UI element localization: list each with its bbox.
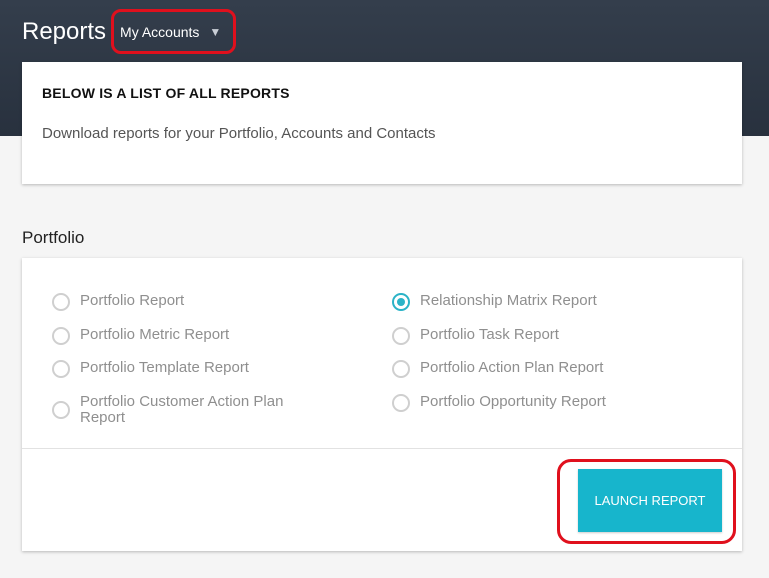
option-label: Relationship Matrix Report bbox=[420, 292, 597, 309]
option-portfolio-action-plan-report[interactable]: Portfolio Action Plan Report bbox=[392, 360, 603, 378]
radio-button[interactable] bbox=[52, 293, 70, 311]
option-portfolio-report[interactable]: Portfolio Report bbox=[52, 293, 184, 311]
account-selector-value: My Accounts bbox=[120, 24, 200, 40]
divider bbox=[22, 448, 742, 449]
section-title-portfolio: Portfolio bbox=[22, 228, 85, 247]
option-portfolio-metric-report[interactable]: Portfolio Metric Report bbox=[52, 327, 229, 345]
radio-button[interactable] bbox=[52, 327, 70, 345]
caret-down-icon: ▼ bbox=[209, 25, 222, 39]
option-portfolio-template-report[interactable]: Portfolio Template Report bbox=[52, 360, 249, 378]
intro-card: BELOW IS A LIST OF ALL REPORTS Download … bbox=[22, 62, 742, 184]
radio-button-selected[interactable] bbox=[392, 293, 410, 311]
radio-button[interactable] bbox=[392, 327, 410, 345]
radio-button[interactable] bbox=[392, 360, 410, 378]
launch-report-button[interactable]: LAUNCH REPORT bbox=[578, 469, 722, 532]
option-label: Portfolio Metric Report bbox=[80, 326, 230, 343]
option-label: Portfolio Report bbox=[80, 292, 185, 309]
page-title: Reports bbox=[22, 18, 107, 45]
account-selector[interactable]: My Accounts ▼ bbox=[120, 24, 221, 40]
portfolio-card: Portfolio Report Portfolio Metric Report… bbox=[22, 258, 742, 551]
radio-button[interactable] bbox=[52, 401, 70, 419]
option-label: Portfolio Opportunity Report bbox=[420, 393, 606, 410]
option-label: Portfolio Customer Action Plan Report bbox=[80, 393, 284, 426]
option-portfolio-task-report[interactable]: Portfolio Task Report bbox=[392, 327, 559, 345]
option-label: Portfolio Task Report bbox=[420, 326, 559, 343]
option-relationship-matrix-report[interactable]: Relationship Matrix Report bbox=[392, 293, 597, 311]
intro-heading: BELOW IS A LIST OF ALL REPORTS bbox=[42, 85, 290, 101]
radio-button[interactable] bbox=[52, 360, 70, 378]
option-portfolio-customer-action-plan-report[interactable]: Portfolio Customer Action Plan Report bbox=[52, 394, 320, 426]
option-portfolio-opportunity-report[interactable]: Portfolio Opportunity Report bbox=[392, 394, 606, 412]
page-header: Reports My Accounts ▼ bbox=[22, 12, 221, 52]
radio-button[interactable] bbox=[392, 394, 410, 412]
option-label: Portfolio Template Report bbox=[80, 359, 249, 376]
option-label: Portfolio Action Plan Report bbox=[420, 359, 604, 376]
intro-subtext: Download reports for your Portfolio, Acc… bbox=[42, 125, 436, 142]
